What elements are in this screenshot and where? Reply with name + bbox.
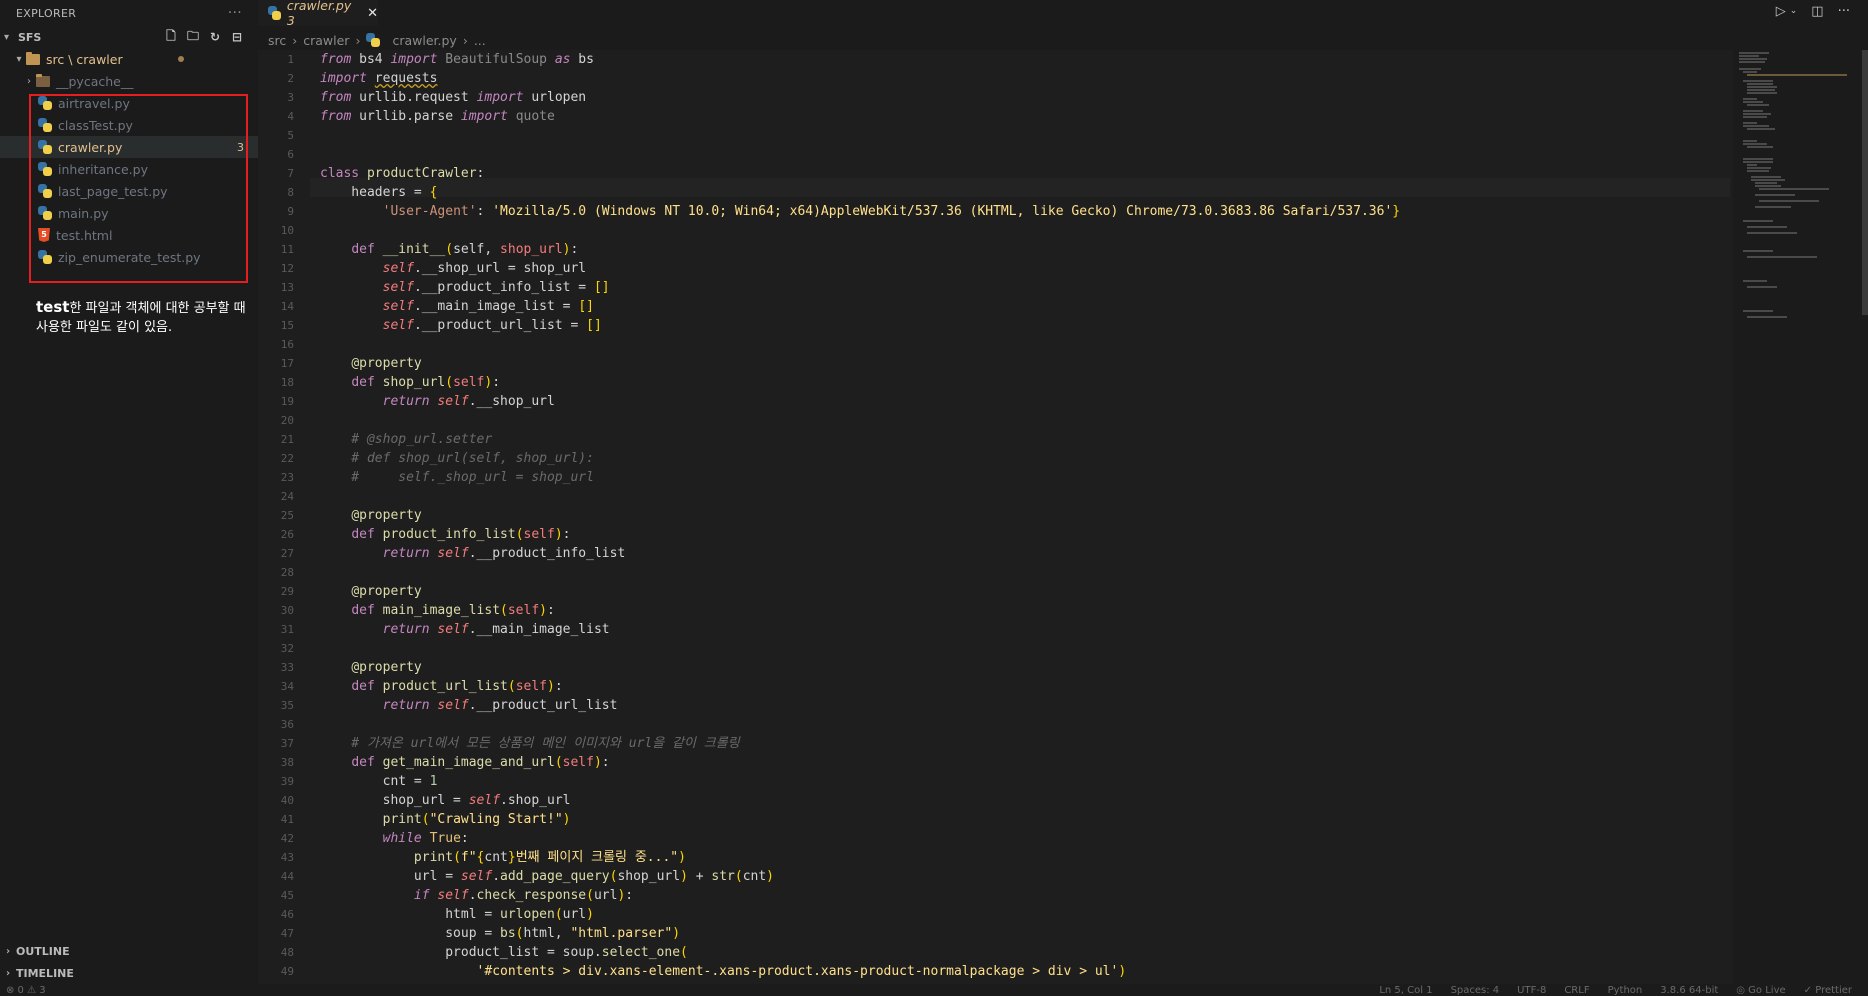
- minimap[interactable]: [1735, 50, 1855, 350]
- folder-open-icon: [26, 51, 40, 65]
- modified-dot-icon: [178, 56, 184, 62]
- breadcrumb: src › crawler › crawler.py › ...: [258, 30, 486, 50]
- interpreter-version[interactable]: 3.8.6 64-bit: [1660, 985, 1718, 996]
- breadcrumb-symbol[interactable]: ...: [474, 33, 486, 48]
- explorer-header: EXPLORER ···: [0, 0, 258, 26]
- folder-src-crawler[interactable]: ▾ src \ crawler: [0, 48, 258, 70]
- chevron-right-icon: ›: [5, 967, 11, 979]
- python-file-icon: [366, 33, 381, 47]
- chevron-down-icon: ▾: [16, 53, 22, 65]
- collapse-all-icon[interactable]: ⊟: [230, 30, 244, 44]
- explorer-sidebar: EXPLORER ··· ▾ SFS 🗋 🗀 ↻ ⊟ ▾ src \ crawl…: [0, 0, 258, 996]
- editor-scrollbar[interactable]: [1862, 50, 1868, 315]
- chevron-right-icon: ›: [462, 32, 468, 48]
- editor-actions: ▷ ⌄ ◫ ···: [1776, 4, 1850, 19]
- explorer-title: EXPLORER: [16, 6, 77, 20]
- refresh-icon[interactable]: ↻: [208, 30, 222, 44]
- chevron-down-icon: ▾: [4, 31, 10, 43]
- timeline-section[interactable]: › TIMELINE: [0, 962, 258, 984]
- outline-section[interactable]: › OUTLINE: [0, 940, 258, 962]
- chevron-right-icon: ›: [355, 32, 361, 48]
- breadcrumb-src[interactable]: src: [268, 33, 286, 48]
- close-icon[interactable]: ✕: [367, 6, 378, 21]
- breadcrumb-file[interactable]: crawler.py: [392, 33, 456, 48]
- run-icon[interactable]: ▷: [1776, 4, 1786, 19]
- annotation-bold: test: [36, 298, 70, 316]
- cursor-position[interactable]: Ln 5, Col 1: [1379, 985, 1432, 996]
- new-file-icon[interactable]: 🗋: [164, 29, 178, 44]
- chevron-right-icon: ›: [292, 32, 298, 48]
- explorer-actions: 🗋 🗀 ↻ ⊟: [164, 29, 258, 45]
- go-live-button[interactable]: ◎ Go Live: [1736, 985, 1785, 996]
- timeline-label: TIMELINE: [16, 966, 74, 980]
- line-numbers: 12345 6 7 8 9 10 11 12 13 14 15 16 17 18 19 20 21 22 2…: [280, 53, 294, 978]
- chevron-down-icon[interactable]: ⌄: [1790, 6, 1798, 19]
- more-actions-icon[interactable]: ···: [1838, 4, 1850, 19]
- folder-label: __pycache__: [56, 73, 134, 89]
- prettier-status[interactable]: ✓ Prettier: [1804, 985, 1852, 996]
- outline-label: OUTLINE: [16, 944, 70, 958]
- split-editor-icon[interactable]: ◫: [1811, 4, 1823, 19]
- language-mode[interactable]: Python: [1608, 985, 1643, 996]
- annotation-note: test한 파일과 객체에 대한 공부할 때 사용한 파일도 같이 있음.: [36, 298, 251, 337]
- chevron-right-icon: ›: [27, 75, 31, 87]
- tab-bar: crawler.py 3 ✕ ▷ ⌄ ◫ ···: [258, 0, 1868, 28]
- tab-label: crawler.py 3: [286, 0, 352, 28]
- folder-label: src \ crawler: [46, 51, 123, 67]
- problems-indicator[interactable]: ⊗ 0 ⚠ 3: [6, 985, 46, 996]
- folder-icon: [36, 73, 50, 87]
- folder-pycache[interactable]: › __pycache__: [0, 70, 258, 92]
- status-bar: ⊗ 0 ⚠ 3 Ln 5, Col 1 Spaces: 4 UTF-8 CRLF…: [0, 984, 1868, 996]
- python-file-icon: [268, 6, 281, 20]
- breadcrumb-crawler[interactable]: crawler: [303, 33, 349, 48]
- new-folder-icon[interactable]: 🗀: [186, 29, 200, 44]
- annotation-highlight-box: [29, 94, 248, 283]
- more-actions-icon[interactable]: ···: [228, 5, 242, 21]
- code-editor[interactable]: 12345 6 7 8 9 10 11 12 13 14 15 16 17 18 19 20 21 22 2…: [258, 50, 1733, 996]
- workspace-root[interactable]: ▾ SFS 🗋 🗀 ↻ ⊟: [0, 26, 258, 48]
- encoding[interactable]: UTF-8: [1517, 985, 1546, 996]
- tab-crawler-py[interactable]: crawler.py 3 ✕: [258, 0, 378, 28]
- code-content[interactable]: from bs4 import BeautifulSoup as bs impo…: [320, 50, 1400, 981]
- indentation[interactable]: Spaces: 4: [1451, 985, 1500, 996]
- line-ending[interactable]: CRLF: [1564, 985, 1589, 996]
- chevron-right-icon: ›: [5, 945, 11, 957]
- workspace-root-label: SFS: [18, 30, 42, 44]
